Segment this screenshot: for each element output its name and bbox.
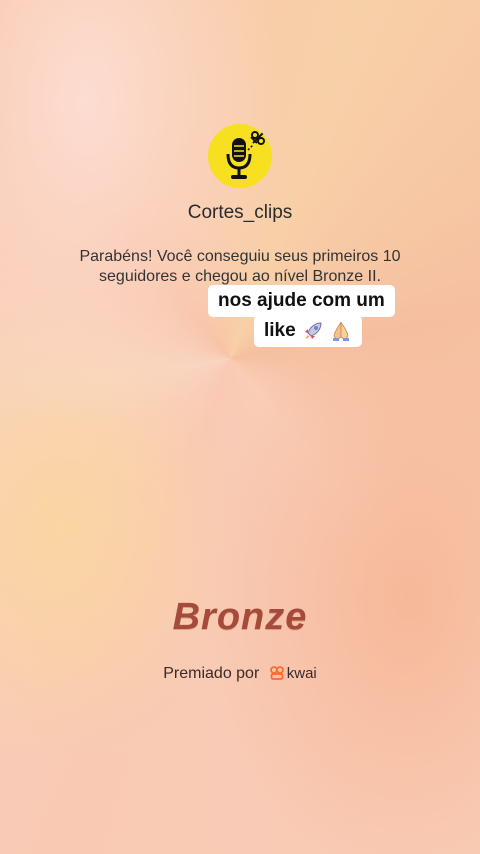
level-badge-title: Bronze xyxy=(172,596,308,638)
awarded-by: Premiado por kwai xyxy=(0,665,480,683)
sticker-line-1: nos ajude com um xyxy=(208,285,395,317)
rocket-icon xyxy=(304,322,322,339)
sticker-line-2: like xyxy=(254,315,362,347)
microphone-scissors-icon xyxy=(226,131,265,179)
sticker-line-2-text: like xyxy=(264,320,296,341)
praying-hands-icon xyxy=(332,321,349,341)
username[interactable]: Cortes_clips xyxy=(0,202,480,224)
avatar[interactable] xyxy=(208,124,272,188)
text-sticker: nos ajude com um like xyxy=(208,285,408,347)
kwai-brand: kwai xyxy=(286,665,317,682)
achievement-message: Parabéns! Você conseguiu seus primeiros … xyxy=(79,248,401,285)
awarded-prefix: Premiado por xyxy=(163,665,260,682)
kwai-logo-icon xyxy=(269,666,284,680)
